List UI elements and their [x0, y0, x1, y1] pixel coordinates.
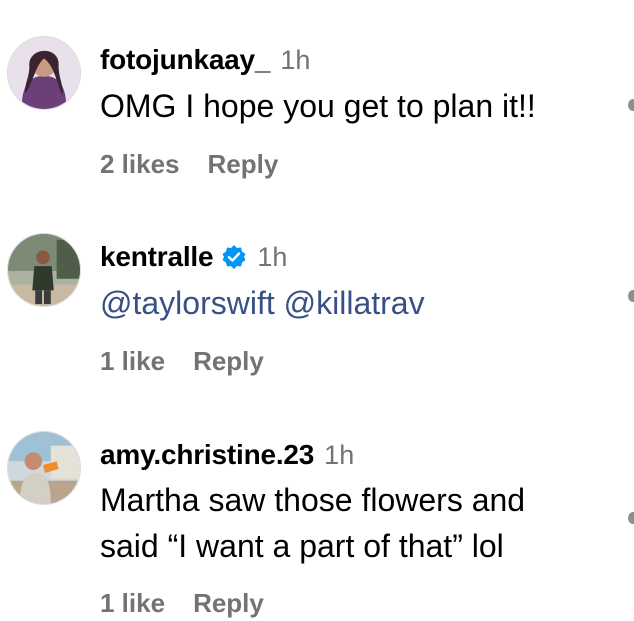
reply-button[interactable]: Reply [193, 346, 264, 377]
comment-text-line-1: Martha saw those flowers and [100, 482, 526, 518]
reply-button[interactable]: Reply [208, 149, 279, 180]
comment-text: @taylorswift @killatrav [100, 280, 425, 326]
comment-meta: 1 like Reply [100, 585, 264, 621]
comment-header: kentralle 1h [100, 239, 287, 275]
timestamp[interactable]: 1h [280, 45, 310, 76]
mention-link[interactable]: @taylorswift [100, 285, 275, 321]
avatar[interactable] [7, 233, 81, 307]
likes-count[interactable]: 2 likes [100, 149, 180, 180]
heart-icon[interactable] [628, 512, 634, 524]
heart-icon[interactable] [628, 290, 634, 302]
avatar[interactable] [7, 36, 81, 110]
verified-badge-icon [221, 244, 247, 270]
comment-meta: 1 like Reply [100, 343, 264, 379]
likes-count[interactable]: 1 like [100, 588, 165, 619]
username[interactable]: kentralle [100, 241, 214, 273]
timestamp[interactable]: 1h [257, 242, 287, 273]
likes-count[interactable]: 1 like [100, 346, 165, 377]
comment-header: amy.christine.23 1h [100, 437, 354, 473]
avatar[interactable] [7, 431, 81, 505]
username[interactable]: fotojunkaay_ [100, 44, 271, 76]
reply-button[interactable]: Reply [193, 588, 264, 619]
mention-link[interactable]: @killatrav [284, 285, 425, 321]
comment-text-line-2: said “I want a part of that” lol [100, 528, 504, 564]
comment-text: OMG I hope you get to plan it!! [100, 88, 536, 124]
timestamp[interactable]: 1h [324, 440, 354, 471]
username[interactable]: amy.christine.23 [100, 439, 314, 471]
comment-meta: 2 likes Reply [100, 146, 278, 182]
comment-header: fotojunkaay_ 1h [100, 42, 310, 78]
heart-icon[interactable] [628, 99, 634, 111]
